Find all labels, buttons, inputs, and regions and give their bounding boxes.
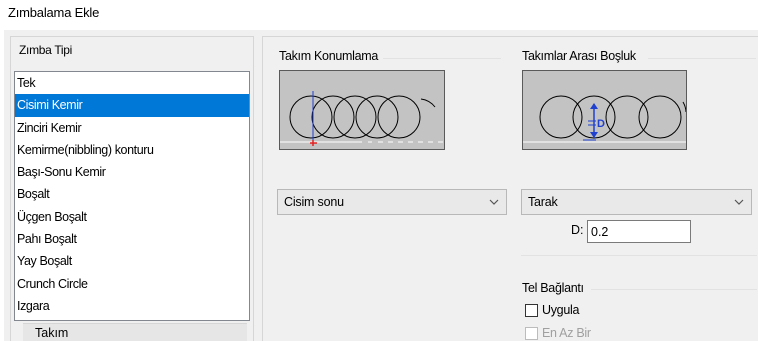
chevron-down-icon (734, 199, 744, 205)
tool-position-divider (383, 58, 501, 59)
zimbalama-ekle-dialog: Zımbalama Ekle Zımba Tipi Tek Cisimi Kemi… (0, 0, 758, 341)
punch-type-panel: Zımba Tipi Tek Cisimi Kemir Zinciri Kemir K… (10, 36, 254, 341)
tool-spacing-combo-value: Tarak (528, 195, 558, 209)
punch-type-listbox[interactable]: Tek Cisimi Kemir Zinciri Kemir Kemirme(nibb… (14, 71, 250, 321)
tool-position-combo[interactable]: Cisim sonu (277, 189, 507, 215)
tool-position-header: Takım Konumlama (279, 49, 379, 63)
wire-connection-header: Tel Bağlantı (522, 281, 584, 295)
tool-position-combo-value: Cisim sonu (284, 195, 344, 209)
tool-position-diagram (280, 91, 444, 146)
apply-checkbox-row[interactable]: Uygula (525, 303, 579, 317)
tool-position-preview (279, 70, 445, 150)
list-item[interactable]: Cisimi Kemir (15, 94, 249, 117)
tool-spacing-preview: D (522, 70, 687, 150)
list-item[interactable]: Yay Boşalt (15, 250, 249, 272)
list-item[interactable]: Tek (15, 72, 249, 94)
punch-type-header: Zımba Tipi (19, 43, 73, 57)
apply-checkbox[interactable] (525, 303, 538, 317)
list-item[interactable]: Crunch Circle (15, 273, 249, 295)
spacing-d-marker: D (597, 118, 605, 130)
d-value-input[interactable] (587, 220, 691, 243)
list-item[interactable]: Başı-Sonu Kemir (15, 161, 249, 183)
spacing-bottom-divider (521, 255, 757, 256)
tool-spacing-header: Takımlar Arası Boşluk (522, 49, 636, 63)
tool-spacing-combo[interactable]: Tarak (521, 189, 752, 215)
list-item[interactable]: Kemirme(nibbling) konturu (15, 139, 249, 161)
window-title: Zımbalama Ekle (8, 5, 100, 20)
tab-takim-label: Takım (35, 326, 69, 340)
minimum-one-checkbox-label: En Az Bir (542, 326, 591, 340)
options-panel: Takım Konumlama Cisim sonu Takımlar Aras… (262, 36, 758, 341)
list-item[interactable]: Üçgen Boşalt (15, 206, 249, 228)
list-item[interactable]: Zinciri Kemir (15, 117, 249, 139)
chevron-down-icon (489, 199, 499, 205)
apply-checkbox-label: Uygula (542, 303, 580, 317)
list-item[interactable]: Boşalt (15, 183, 249, 205)
minimum-one-checkbox (525, 326, 538, 340)
tab-takim[interactable]: Takım (23, 323, 247, 341)
list-item[interactable]: Pahı Boşalt (15, 228, 249, 250)
tool-spacing-divider (648, 58, 756, 59)
list-item[interactable]: Izgara (15, 295, 249, 317)
minimum-one-checkbox-row: En Az Bir (525, 326, 591, 340)
dialog-client-area: Zımba Tipi Tek Cisimi Kemir Zinciri Kemir K… (4, 30, 758, 341)
wire-connection-divider (591, 289, 757, 290)
tool-spacing-diagram: D (523, 95, 686, 143)
d-value-label: D: (571, 223, 584, 237)
